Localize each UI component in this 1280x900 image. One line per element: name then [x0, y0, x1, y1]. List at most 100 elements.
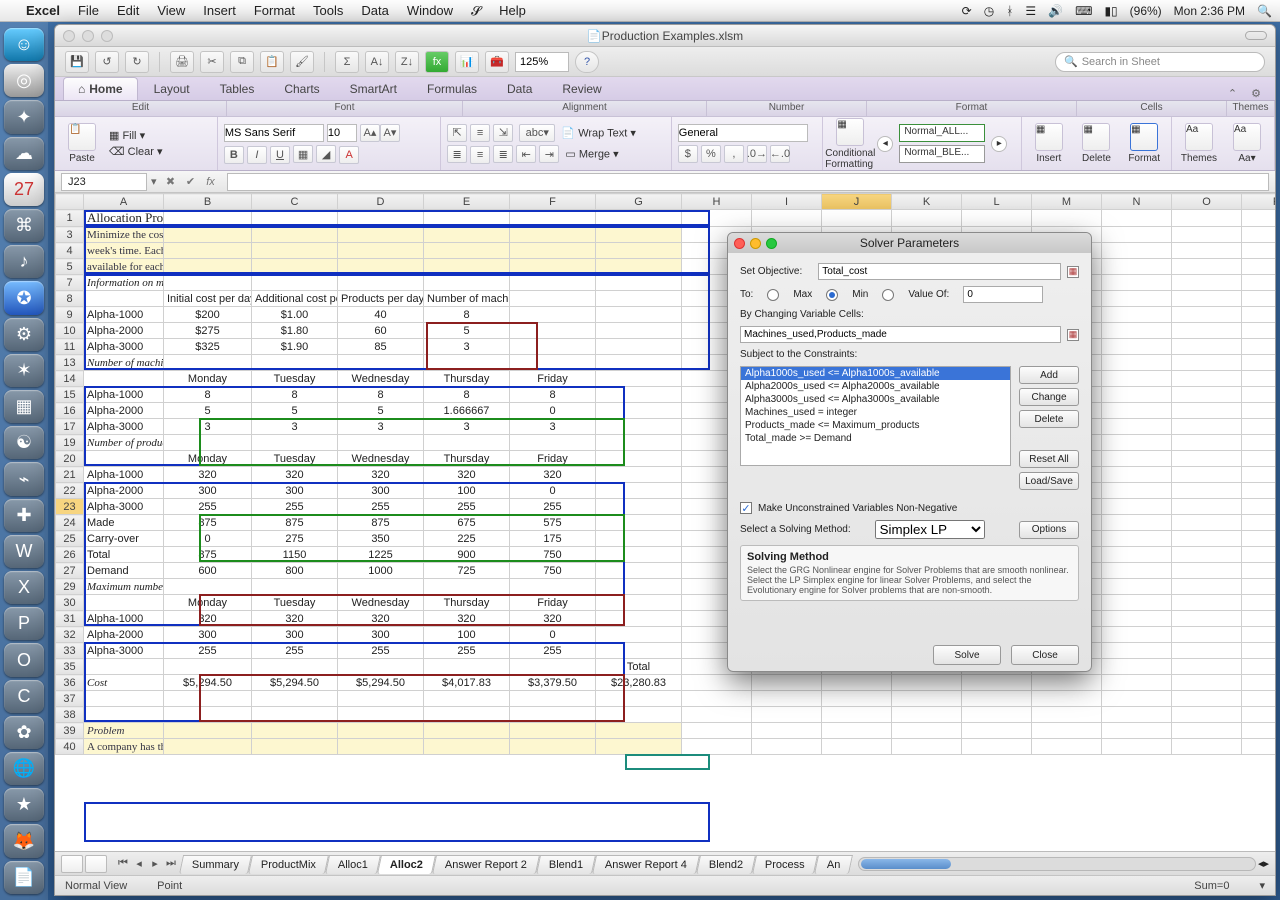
undo-button[interactable]: ↺ [95, 51, 119, 73]
cell-picker-icon[interactable]: ▦ [1067, 266, 1079, 278]
print-button[interactable]: 🖨 [170, 51, 194, 73]
app-name[interactable]: Excel [26, 3, 60, 18]
ribbon-tab-review[interactable]: Review [548, 78, 615, 100]
sync-icon[interactable]: ⟳ [962, 4, 972, 18]
scroll-right-button[interactable]: ▸ [1263, 857, 1269, 870]
dock-finder-icon[interactable]: ☺ [4, 28, 44, 61]
toolbox-button[interactable]: 🧰 [485, 51, 509, 73]
dock-app-icon[interactable]: ☯ [4, 426, 44, 459]
theme-a-button[interactable]: AaAa▾ [1226, 123, 1268, 164]
ribbon-tab-formulas[interactable]: Formulas [413, 78, 491, 100]
constraint-item[interactable]: Alpha1000s_used <= Alpha1000s_available [741, 367, 1010, 380]
align-top-button[interactable]: ⇱ [447, 124, 467, 142]
options-button[interactable]: Options [1019, 521, 1079, 539]
dock-app-icon[interactable]: 🌐 [4, 752, 44, 785]
search-in-sheet[interactable]: 🔍Search in Sheet [1055, 52, 1265, 72]
close-button[interactable]: Close [1011, 645, 1079, 665]
sheet-tab[interactable]: Process [752, 855, 818, 874]
decrease-decimal-button[interactable]: ←.0 [770, 145, 790, 163]
wifi-icon[interactable]: ☰ [1025, 4, 1036, 18]
menu-format[interactable]: Format [254, 3, 295, 18]
add-constraint-button[interactable]: Add [1019, 366, 1079, 384]
horizontal-scrollbar[interactable] [858, 857, 1256, 871]
name-box[interactable]: J23 [61, 173, 147, 191]
script-menu-icon[interactable]: 𝓢 [471, 3, 481, 19]
dock-app-icon[interactable]: ▦ [4, 390, 44, 423]
enter-formula-button[interactable]: ✔ [181, 173, 201, 191]
fill-button[interactable]: ▦ Fill ▾ [109, 129, 163, 142]
menu-data[interactable]: Data [361, 3, 388, 18]
sheet-tab[interactable]: Alloc2 [377, 855, 436, 874]
status-dropdown-icon[interactable]: ▾ [1259, 879, 1265, 892]
dock-app-icon[interactable]: ⌁ [4, 462, 44, 495]
battery-icon[interactable]: ▮▯ [1104, 4, 1117, 18]
fx-button[interactable]: fx [425, 51, 449, 73]
normal-view-button[interactable] [61, 855, 83, 873]
to-valueof-radio[interactable] [882, 289, 894, 301]
constraint-item[interactable]: Alpha2000s_used <= Alpha2000s_available [741, 380, 1010, 393]
clear-button[interactable]: ⌫ Clear ▾ [109, 145, 163, 158]
constraint-item[interactable]: Alpha3000s_used <= Alpha3000s_available [741, 393, 1010, 406]
dock-app-icon[interactable]: ★ [4, 788, 44, 821]
cancel-formula-button[interactable]: ✖ [161, 173, 181, 191]
currency-button[interactable]: $ [678, 145, 698, 163]
sort-desc-button[interactable]: Z↓ [395, 51, 419, 73]
constraint-item[interactable]: Machines_used = integer [741, 406, 1010, 419]
format-cells-button[interactable]: ▦Format [1123, 123, 1165, 164]
dock-firefox-icon[interactable]: 🦊 [4, 824, 44, 857]
themes-button[interactable]: AaThemes [1178, 123, 1220, 164]
indent-button[interactable]: ⇥ [539, 145, 559, 163]
menu-window[interactable]: Window [407, 3, 453, 18]
to-min-radio[interactable] [826, 289, 838, 301]
solving-method-select[interactable]: Simplex LP [875, 520, 985, 539]
nonneg-checkbox[interactable]: ✓ [740, 502, 752, 514]
dock-ical-icon[interactable]: 27 [4, 173, 44, 206]
styles-prev-button[interactable]: ◂ [877, 136, 893, 152]
ribbon-tab-charts[interactable]: Charts [270, 78, 333, 100]
formula-input[interactable] [227, 173, 1269, 191]
ribbon-tab-home[interactable]: ⌂Home [63, 77, 138, 100]
dock-app-icon[interactable]: ✶ [4, 354, 44, 387]
name-box-dropdown-icon[interactable]: ▾ [147, 175, 161, 188]
increase-decimal-button[interactable]: .0→ [747, 145, 767, 163]
sheet-tab[interactable]: Blend2 [696, 855, 756, 874]
redo-button[interactable]: ↻ [125, 51, 149, 73]
dock-app-icon[interactable]: ✚ [4, 499, 44, 532]
input-icon[interactable]: ⌨ [1075, 4, 1092, 18]
spreadsheet-grid[interactable]: ABCDEFGHIJKLMNOP 1Allocation Problem 2 (… [55, 193, 1276, 755]
timemachine-icon[interactable]: ◷ [984, 4, 994, 18]
solve-button[interactable]: Solve [933, 645, 1001, 665]
menu-tools[interactable]: Tools [313, 3, 343, 18]
dock-ppt-icon[interactable]: P [4, 607, 44, 640]
prev-sheet-button[interactable]: ◂ [131, 856, 147, 872]
orientation-button[interactable]: abc▾ [519, 124, 555, 142]
paste-big-button[interactable]: 📋Paste [61, 123, 103, 164]
underline-button[interactable]: U [270, 146, 290, 164]
ribbon-tab-smartart[interactable]: SmartArt [336, 78, 411, 100]
dock-app-icon[interactable]: ⌘ [4, 209, 44, 242]
constraint-item[interactable]: Total_made >= Demand [741, 432, 1010, 445]
comma-button[interactable]: , [724, 145, 744, 163]
bluetooth-icon[interactable]: ᚼ [1006, 4, 1013, 18]
spreadsheet-area[interactable]: ABCDEFGHIJKLMNOP 1Allocation Problem 2 (… [55, 193, 1275, 851]
align-middle-button[interactable]: ≡ [470, 124, 490, 142]
style-preset-1[interactable]: Normal_ALL... [899, 124, 985, 142]
ribbon-tab-layout[interactable]: Layout [140, 78, 204, 100]
style-preset-2[interactable]: Normal_BLE... [899, 145, 985, 163]
window-titlebar[interactable]: 📄 Production Examples.xlsm [55, 25, 1275, 47]
align-bottom-button[interactable]: ⇲ [493, 124, 513, 142]
menu-view[interactable]: View [157, 3, 185, 18]
solver-titlebar[interactable]: Solver Parameters [728, 233, 1091, 253]
fx-icon[interactable]: fx [201, 173, 221, 191]
to-max-radio[interactable] [767, 289, 779, 301]
percent-button[interactable]: % [701, 145, 721, 163]
font-color-button[interactable]: A [339, 146, 359, 164]
set-objective-input[interactable] [818, 263, 1061, 280]
menu-insert[interactable]: Insert [203, 3, 236, 18]
solver-parameters-dialog[interactable]: Solver Parameters Set Objective: ▦ To: M… [727, 232, 1092, 672]
dock-itunes-icon[interactable]: ♪ [4, 245, 44, 278]
dock-app-icon[interactable]: ⚙ [4, 318, 44, 351]
load-save-button[interactable]: Load/Save [1019, 472, 1079, 490]
dock-msn-icon[interactable]: ✿ [4, 716, 44, 749]
macos-dock[interactable]: ☺ ◎ ✦ ☁ 27 ⌘ ♪ ✪ ⚙ ✶ ▦ ☯ ⌁ ✚ W X P O C ✿… [0, 22, 48, 900]
